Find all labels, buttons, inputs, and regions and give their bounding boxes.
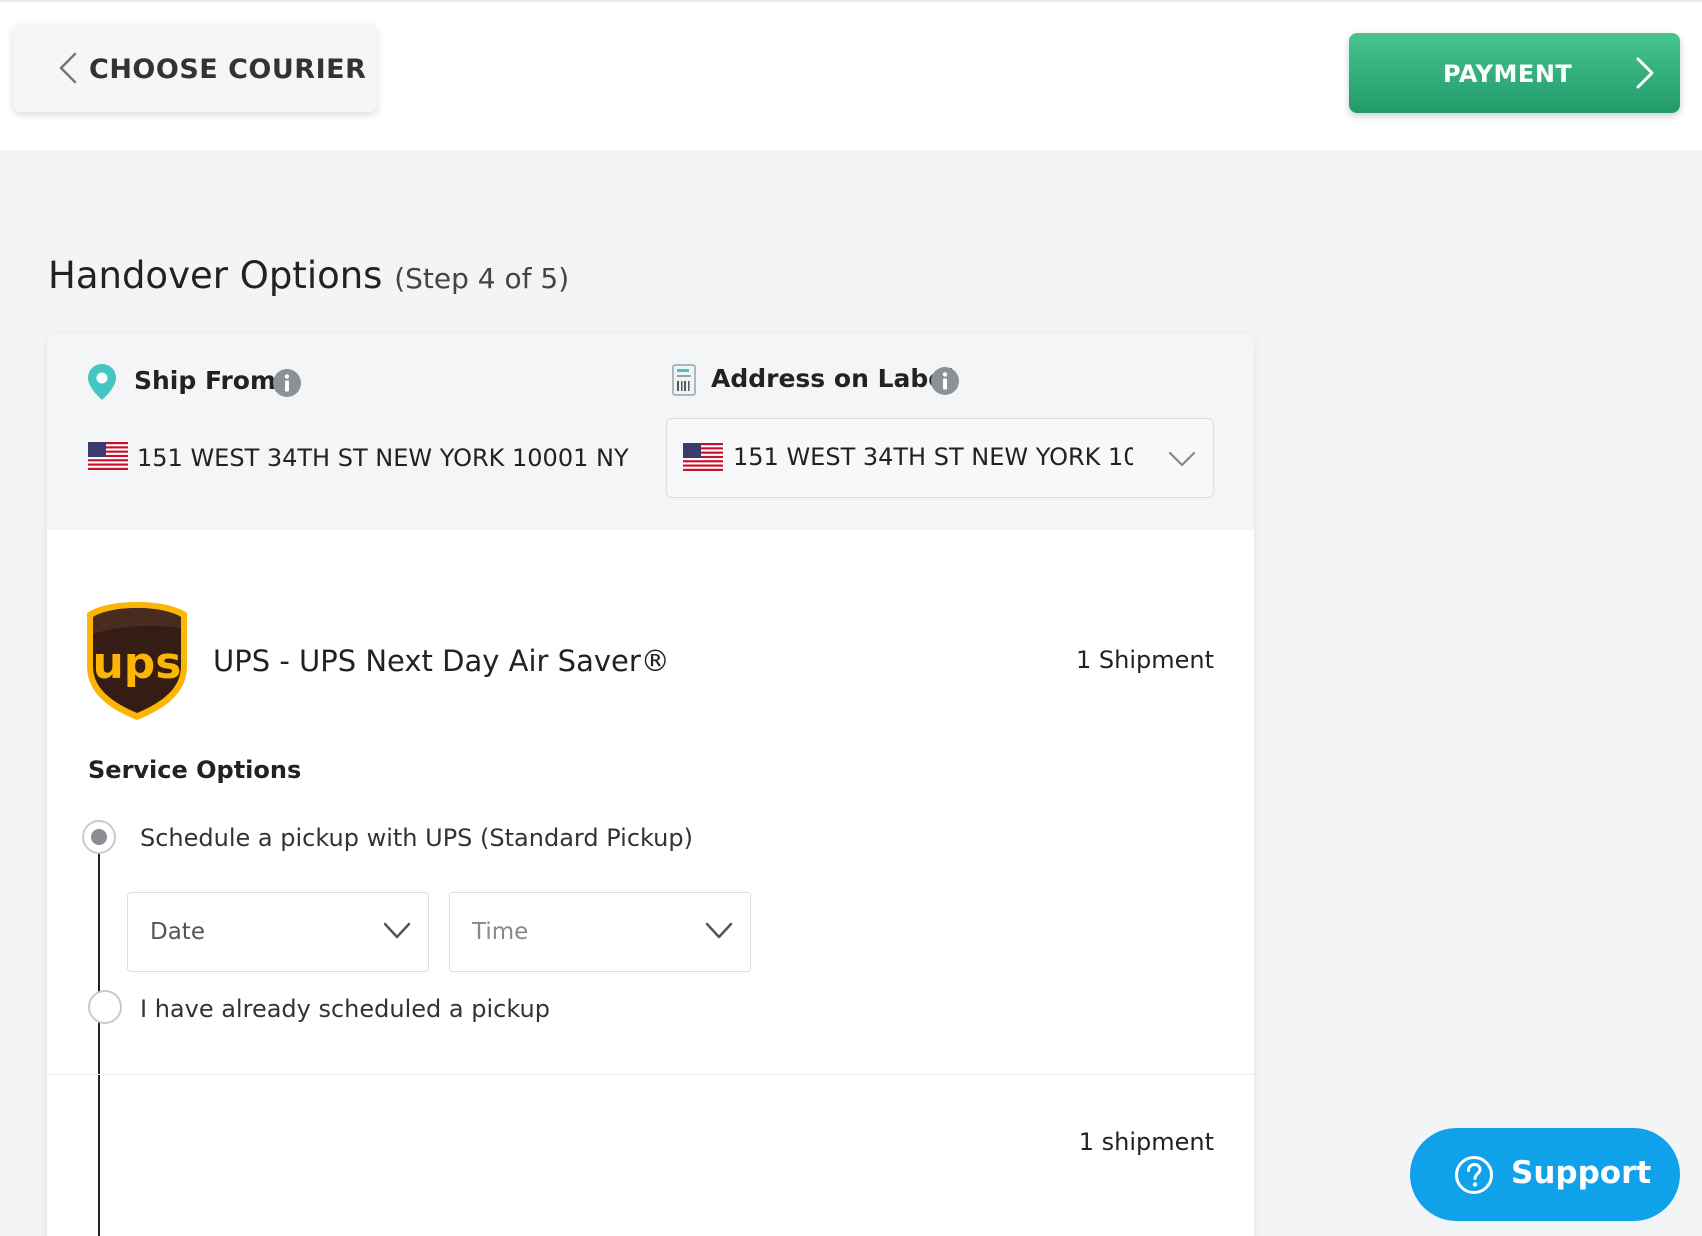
top-bar: CHOOSE COURIER PAYMENT (0, 0, 1702, 150)
section-divider (47, 1074, 1254, 1075)
radio-already-scheduled[interactable] (88, 990, 122, 1024)
shipment-count: 1 Shipment (1075, 646, 1214, 674)
service-name: UPS - UPS Next Day Air Saver® (213, 644, 670, 678)
choose-courier-button[interactable]: CHOOSE COURIER (13, 24, 377, 112)
ups-logo: ups (87, 602, 187, 720)
service-options-heading: Service Options (88, 756, 302, 784)
page-title: Handover Options (Step 4 of 5) (48, 254, 569, 297)
handover-card: Ship From 151 WEST 34TH ST NEW YORK 1000… (47, 334, 1254, 1236)
question-icon (1455, 1156, 1493, 1194)
ups-logo-text: ups (92, 638, 181, 689)
radio-schedule-pickup[interactable] (82, 820, 116, 854)
label-icon (672, 364, 696, 396)
time-placeholder: Time (472, 919, 529, 945)
option-schedule-pickup-label[interactable]: Schedule a pickup with UPS (Standard Pic… (140, 824, 693, 852)
us-flag-icon (683, 443, 723, 471)
chevron-down-icon (383, 922, 411, 939)
support-button[interactable]: Support (1410, 1128, 1680, 1221)
page-title-text: Handover Options (48, 254, 383, 297)
location-pin-icon (88, 364, 116, 400)
option-already-scheduled-label[interactable]: I have already scheduled a pickup (140, 995, 550, 1023)
timeline-line (98, 840, 100, 1236)
time-dropdown[interactable]: Time (449, 892, 751, 972)
address-header: Ship From 151 WEST 34TH ST NEW YORK 1000… (47, 334, 1254, 530)
ship-from-address: 151 WEST 34TH ST NEW YORK 10001 NY - SUI… (137, 444, 637, 472)
payment-label: PAYMENT (1443, 60, 1573, 88)
address-on-label-value: 151 WEST 34TH ST NEW YORK 1000 (733, 443, 1133, 471)
us-flag-icon (88, 442, 128, 470)
date-dropdown[interactable]: Date (127, 892, 429, 972)
date-placeholder: Date (150, 919, 205, 945)
ship-from-label: Ship From (134, 366, 277, 395)
step-indicator: (Step 4 of 5) (394, 262, 570, 295)
address-on-label-label: Address on Label (711, 364, 954, 393)
info-icon[interactable] (272, 368, 302, 398)
chevron-right-icon (1636, 57, 1654, 89)
payment-button[interactable]: PAYMENT (1349, 33, 1680, 113)
choose-courier-label: CHOOSE COURIER (89, 54, 367, 85)
chevron-down-icon (1168, 451, 1196, 467)
address-on-label-select[interactable]: 151 WEST 34TH ST NEW YORK 1000 (666, 418, 1214, 498)
info-icon[interactable] (930, 366, 960, 396)
chevron-down-icon (705, 922, 733, 939)
footer-shipment-count: 1 shipment (1078, 1128, 1214, 1156)
chevron-left-icon (59, 52, 77, 84)
support-label: Support (1511, 1155, 1652, 1191)
